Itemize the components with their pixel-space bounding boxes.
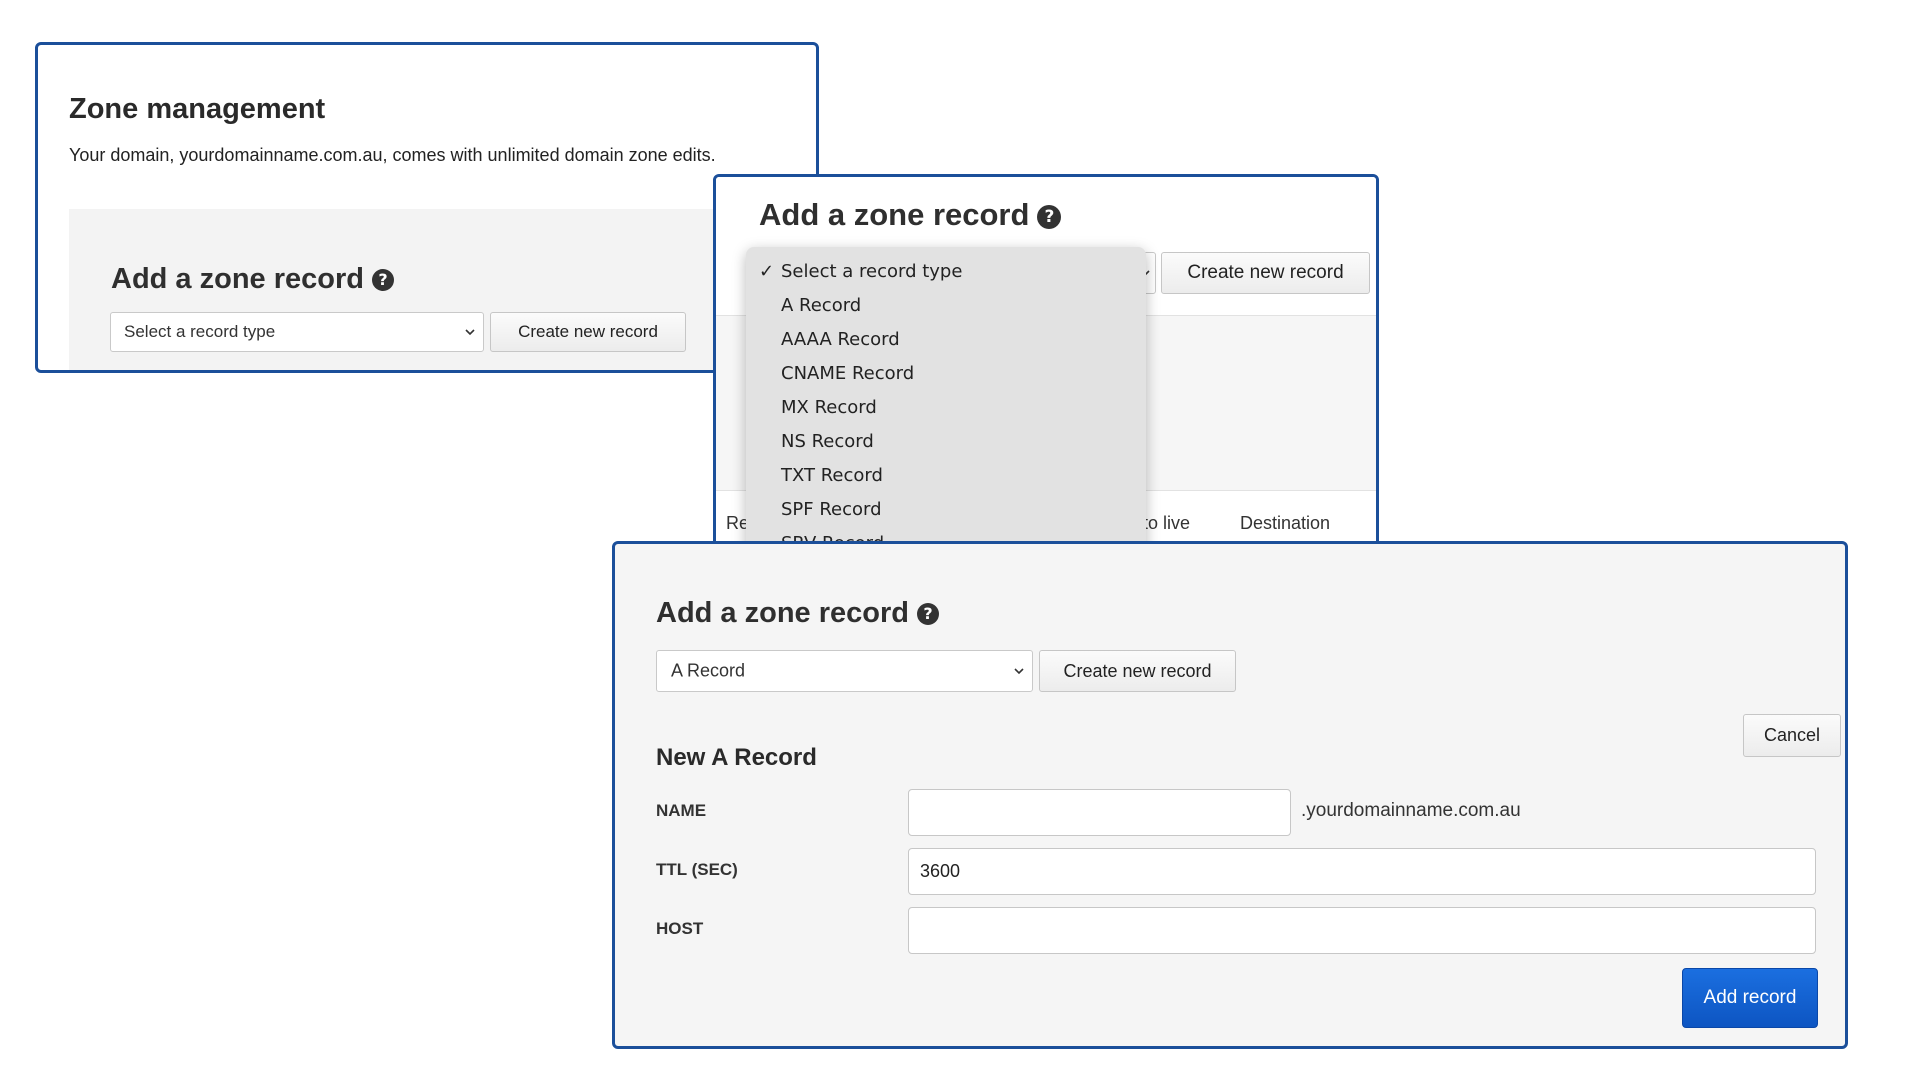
add-zone-record-heading: Add a zone record? xyxy=(759,197,1062,233)
create-new-record-button[interactable]: Create new record xyxy=(1039,650,1236,692)
dropdown-option-label: CNAME Record xyxy=(781,363,915,384)
add-zone-record-title: Add a zone record xyxy=(111,263,364,295)
ttl-label: TTL (SEC) xyxy=(656,860,738,879)
page-title: Zone management xyxy=(69,93,326,125)
record-type-select-value: Select a record type xyxy=(124,322,276,341)
dropdown-option-label: NS Record xyxy=(781,431,874,452)
new-a-record-panel: Add a zone record? A Record Create new r… xyxy=(612,541,1848,1049)
record-type-select-value: A Record xyxy=(671,660,746,681)
domain-suffix: .yourdomainname.com.au xyxy=(1301,800,1521,821)
cancel-button[interactable]: Cancel xyxy=(1743,714,1841,757)
help-icon[interactable]: ? xyxy=(917,603,939,626)
dropdown-option-label: Select a record type xyxy=(781,261,963,282)
column-header-destination: Destination xyxy=(1240,513,1331,533)
dropdown-option-label: A Record xyxy=(781,295,862,316)
dropdown-option[interactable]: NS Record xyxy=(746,425,1146,458)
add-zone-record-heading: Add a zone record? xyxy=(111,263,394,296)
ttl-input[interactable]: 3600 xyxy=(908,848,1816,895)
name-input[interactable] xyxy=(908,789,1291,836)
dropdown-option[interactable]: AAAA Record xyxy=(746,323,1146,356)
checkmark-icon: ✓ xyxy=(759,261,775,282)
dropdown-option[interactable]: SPF Record xyxy=(746,493,1146,526)
add-zone-record-title: Add a zone record xyxy=(656,597,909,629)
record-type-dropdown-menu: ✓ Select a record type A Record AAAA Record… xyxy=(746,247,1146,546)
dropdown-option[interactable]: TXT Record xyxy=(746,459,1146,492)
add-zone-record-title: Add a zone record xyxy=(759,197,1030,232)
dropdown-option-label: TXT Record xyxy=(781,465,883,486)
name-label: NAME xyxy=(656,801,707,820)
record-type-select[interactable]: Select a record type xyxy=(110,312,484,352)
zone-management-panel: Zone management Your domain, yourdomainn… xyxy=(35,42,819,373)
create-new-record-button[interactable]: Create new record xyxy=(490,312,686,352)
dropdown-option-label: MX Record xyxy=(781,397,877,418)
host-label: HOST xyxy=(656,919,704,938)
create-new-record-button[interactable]: Create new record xyxy=(1161,252,1370,294)
help-icon[interactable]: ? xyxy=(372,269,394,292)
add-zone-record-heading: Add a zone record? xyxy=(656,597,939,630)
dropdown-option-label: SPF Record xyxy=(781,499,882,520)
chevron-down-icon xyxy=(465,329,475,336)
dropdown-option-label: AAAA Record xyxy=(781,329,900,350)
record-type-select[interactable]: A Record xyxy=(656,650,1033,692)
dropdown-option[interactable]: MX Record xyxy=(746,391,1146,424)
section-title: New A Record xyxy=(656,744,817,771)
dropdown-option[interactable]: CNAME Record xyxy=(746,357,1146,390)
help-icon[interactable]: ? xyxy=(1037,204,1062,229)
chevron-down-icon xyxy=(1014,668,1024,675)
record-type-dropdown-panel: Add a zone record? Create new record Re … xyxy=(713,174,1379,549)
dropdown-option[interactable]: ✓ Select a record type xyxy=(746,255,1146,288)
add-record-button[interactable]: Add record xyxy=(1682,968,1818,1028)
dropdown-option[interactable]: A Record xyxy=(746,289,1146,322)
page-description: Your domain, yourdomainname.com.au, come… xyxy=(69,145,716,165)
host-input[interactable] xyxy=(908,907,1816,954)
